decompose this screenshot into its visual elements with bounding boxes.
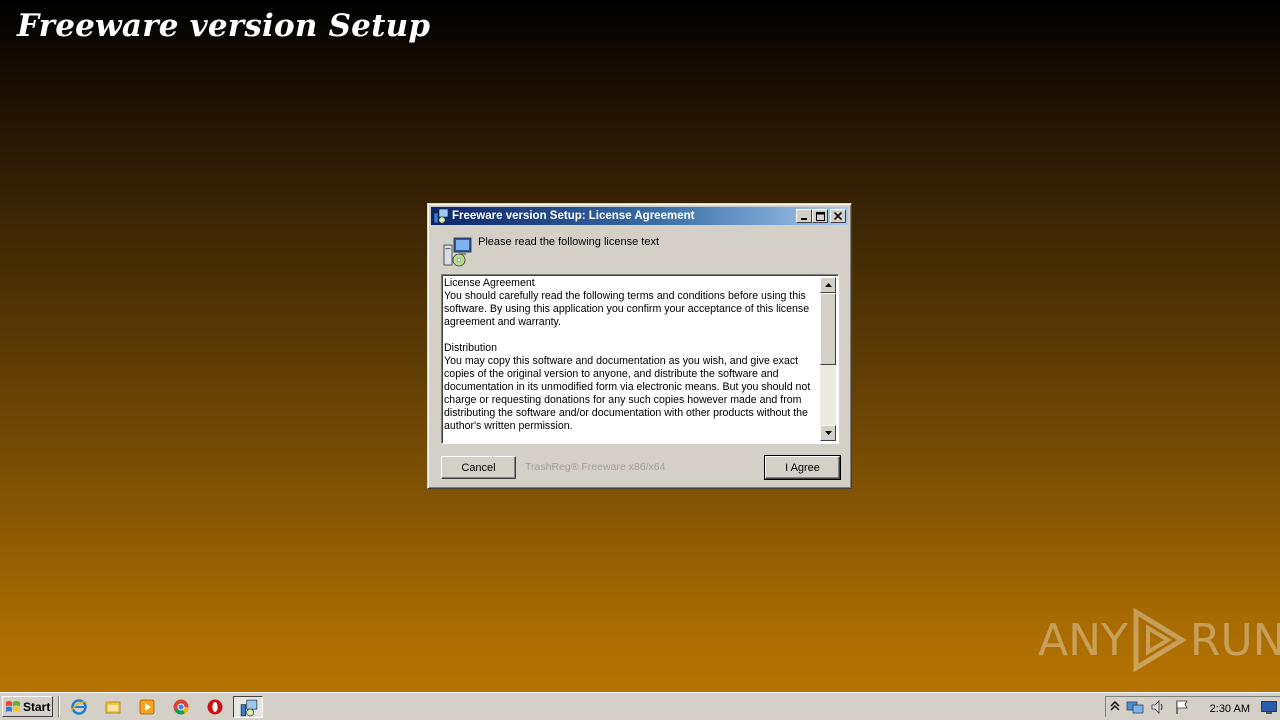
cancel-button[interactable]: Cancel: [441, 456, 516, 479]
dialog-titlebar[interactable]: Freeware version Setup: License Agreemen…: [431, 207, 848, 225]
anyrun-watermark: ANY RUN: [1038, 608, 1280, 672]
action-center-flag-icon[interactable]: [1174, 699, 1190, 715]
scroll-thumb[interactable]: [820, 293, 836, 365]
license-scrollbar[interactable]: [820, 277, 836, 441]
close-button[interactable]: [830, 209, 846, 223]
setup-computer-icon: [443, 237, 472, 267]
file-explorer-icon[interactable]: [104, 698, 122, 716]
dialog-instruction: Please read the following license text: [478, 236, 659, 248]
desktop-banner-title: Freeware version Setup: [17, 8, 431, 44]
setup-app-icon: [240, 699, 258, 717]
start-button[interactable]: Start: [2, 696, 53, 717]
agree-button[interactable]: I Agree: [764, 455, 841, 480]
scroll-down-button[interactable]: [820, 425, 836, 441]
license-text: License Agreement You should carefully r…: [444, 277, 811, 432]
installer-icon: [433, 208, 449, 224]
internet-explorer-icon[interactable]: [70, 698, 88, 716]
close-icon: [834, 212, 842, 220]
taskbar-clock[interactable]: 2:30 AM: [1210, 703, 1250, 715]
show-desktop-icon[interactable]: [1261, 701, 1277, 714]
license-dialog: Freeware version Setup: License Agreemen…: [427, 203, 852, 489]
opera-icon[interactable]: [206, 698, 224, 716]
license-textarea[interactable]: License Agreement You should carefully r…: [441, 274, 839, 444]
network-icon[interactable]: [1126, 699, 1144, 715]
arrow-down-icon: [824, 431, 832, 435]
volume-icon[interactable]: [1150, 699, 1166, 715]
brand-text: TrashReg® Freeware x86/x64: [525, 461, 666, 473]
system-tray: 2:30 AM: [1105, 696, 1280, 717]
maximize-icon: [815, 211, 825, 221]
watermark-right: RUN: [1189, 614, 1280, 666]
scroll-up-button[interactable]: [820, 277, 836, 293]
minimize-icon: [801, 218, 807, 220]
show-hidden-icons-icon[interactable]: [1110, 701, 1120, 711]
play-logo-icon: [1133, 608, 1187, 672]
start-label: Start: [23, 699, 51, 714]
minimize-button[interactable]: [796, 209, 812, 223]
active-task-setup[interactable]: [233, 696, 263, 718]
watermark-left: ANY: [1038, 614, 1128, 666]
maximize-button[interactable]: [812, 209, 828, 223]
dialog-title: Freeware version Setup: License Agreemen…: [452, 210, 695, 222]
taskbar: Start 2:30 AM: [0, 692, 1280, 720]
media-player-icon[interactable]: [138, 698, 156, 716]
chrome-icon[interactable]: [172, 698, 190, 716]
arrow-up-icon: [824, 283, 832, 287]
windows-logo-icon: [6, 700, 20, 712]
taskbar-separator: [58, 696, 60, 717]
